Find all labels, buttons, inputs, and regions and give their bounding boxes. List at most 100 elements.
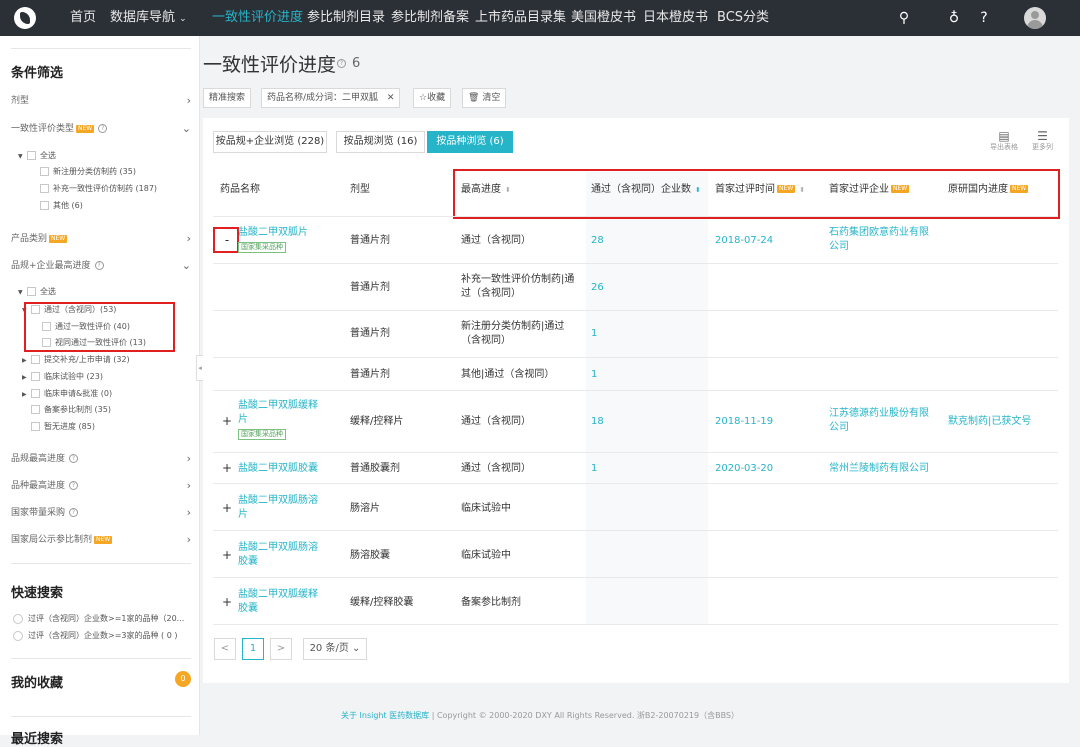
drug-name-link[interactable]: 盐酸二甲双胍缓释胶囊 bbox=[238, 588, 322, 616]
more-columns-button[interactable]: ☰ 更多列 bbox=[1032, 130, 1053, 152]
radio[interactable] bbox=[13, 613, 23, 624]
help-icon[interactable]: ? bbox=[98, 124, 108, 133]
checkbox[interactable] bbox=[40, 184, 49, 193]
chevron-right-icon: › bbox=[186, 452, 191, 465]
filter-highest-progress[interactable]: 品规+企业最高进度? ⌄ bbox=[11, 258, 191, 274]
drug-name-link[interactable]: 盐酸二甲双胍胶囊 bbox=[238, 462, 318, 476]
cell-pass-count[interactable]: 1 bbox=[591, 327, 597, 341]
footer-about-link[interactable]: 关于 Insight 医药数据库 bbox=[341, 711, 429, 720]
favorites-title[interactable]: 我的收藏 bbox=[11, 672, 63, 691]
checkbox[interactable] bbox=[40, 167, 49, 176]
cell-company[interactable]: 石药集团欧意药业有限公司 bbox=[829, 226, 933, 254]
cell-first-pass-date[interactable]: 2018-11-19 bbox=[715, 415, 773, 429]
tab-variety[interactable]: 按品种浏览 (6) bbox=[427, 131, 513, 153]
logo-icon[interactable] bbox=[14, 7, 36, 29]
cell-first-pass-date[interactable]: 2018-07-24 bbox=[715, 234, 773, 248]
cell-pass-count[interactable]: 1 bbox=[591, 462, 597, 476]
drug-name-link[interactable]: 盐酸二甲双胍缓释片 国家集采品种 bbox=[238, 399, 324, 441]
collect-button[interactable]: ☆收藏 bbox=[413, 88, 452, 108]
avatar[interactable] bbox=[1024, 7, 1046, 29]
page-1-button[interactable]: 1 bbox=[242, 638, 264, 660]
cell-pass-count[interactable]: 26 bbox=[591, 281, 604, 295]
tab-spec-company[interactable]: 按品规+企业浏览 (228) bbox=[213, 131, 327, 153]
tree-item[interactable]: 新注册分类仿制药 (35) bbox=[40, 166, 136, 178]
expand-row-button[interactable]: + bbox=[216, 593, 238, 611]
cell-company[interactable]: 常州兰陵制药有限公司 bbox=[829, 462, 929, 476]
cell-pass-count[interactable]: 18 bbox=[591, 415, 604, 429]
page-size-select[interactable]: 20 条/页 ⌄ bbox=[303, 638, 367, 660]
keyword-chip[interactable]: 药品名称/成分词：二甲双胍 ✕ bbox=[261, 88, 401, 108]
search-icon[interactable]: ⚲ bbox=[896, 10, 912, 26]
nav-database[interactable]: 数据库导航 ⌄ bbox=[110, 0, 187, 36]
next-page-button[interactable]: > bbox=[270, 638, 292, 660]
nav-jp-orange-book[interactable]: 日本橙皮书 bbox=[643, 0, 708, 36]
divider bbox=[213, 216, 1058, 217]
filter-ref-announce[interactable]: 国家局公示参比制剂 NEW › bbox=[11, 532, 191, 548]
radio[interactable] bbox=[13, 630, 23, 641]
tree-item[interactable]: ▶ 临床试验中 (23) bbox=[22, 371, 103, 384]
tree-item[interactable]: 其他 (6) bbox=[40, 200, 83, 212]
cell-progress: 补充一致性评价仿制药|通过（含视同） bbox=[461, 274, 575, 299]
help-icon[interactable]: ? bbox=[69, 454, 79, 463]
checkbox[interactable] bbox=[31, 389, 40, 398]
help-icon[interactable]: ? bbox=[337, 59, 346, 68]
tree-item[interactable]: ▼ 全选 bbox=[18, 150, 56, 163]
nav-bcs[interactable]: BCS分类 bbox=[717, 0, 769, 36]
caret-down-icon: ▼ bbox=[18, 289, 23, 296]
quick-search-option[interactable]: 过评（含视同）企业数>=1家的品种（20... bbox=[13, 613, 184, 625]
quick-search-option[interactable]: 过评（含视同）企业数>=3家的品种 ( 0 ) bbox=[13, 630, 177, 642]
filter-spec-progress[interactable]: 品规最高进度? › bbox=[11, 451, 191, 467]
expand-row-button[interactable]: + bbox=[216, 459, 238, 477]
nav-us-orange-book[interactable]: 美国橙皮书 bbox=[571, 0, 636, 36]
tree-item[interactable]: 补充一致性评价仿制药 (187) bbox=[40, 183, 157, 195]
recent-search-title[interactable]: 最近搜索 bbox=[11, 728, 63, 747]
help-icon[interactable]: ? bbox=[69, 508, 79, 517]
export-table-button[interactable]: ▤ 导出表格 bbox=[990, 130, 1018, 152]
expand-row-button[interactable]: + bbox=[216, 412, 238, 430]
help-icon[interactable]: ? bbox=[976, 10, 992, 26]
filter-volume-procurement[interactable]: 国家带量采购? › bbox=[11, 505, 191, 521]
cell-first-pass-date[interactable]: 2020-03-20 bbox=[715, 462, 773, 476]
nav-consistency-eval[interactable]: 一致性评价进度 bbox=[212, 0, 303, 36]
checkbox[interactable] bbox=[31, 355, 40, 364]
drug-name-link[interactable]: 盐酸二甲双胍肠溶胶囊 bbox=[238, 541, 322, 569]
cell-company[interactable]: 江苏德源药业股份有限公司 bbox=[829, 407, 933, 435]
filter-variety-progress[interactable]: 品种最高进度? › bbox=[11, 478, 191, 494]
nav-ref-catalog[interactable]: 参比制剂目录 bbox=[307, 0, 385, 36]
precise-search-chip[interactable]: 精准搜索 bbox=[203, 88, 252, 108]
drug-name-link[interactable]: 盐酸二甲双胍肠溶片 bbox=[238, 494, 322, 522]
tree-item[interactable]: ▼ 全选 bbox=[18, 286, 56, 299]
checkbox[interactable] bbox=[31, 372, 40, 381]
checkbox[interactable] bbox=[31, 405, 40, 414]
tree-item[interactable]: 暂无进度 (85) bbox=[31, 421, 95, 433]
filter-dosage[interactable]: 剂型 › bbox=[11, 93, 191, 109]
prev-page-button[interactable]: < bbox=[214, 638, 236, 660]
checkbox[interactable] bbox=[40, 201, 49, 210]
drug-name-link[interactable]: 盐酸二甲双胍片 国家集采品种 bbox=[238, 226, 328, 254]
checkbox[interactable] bbox=[27, 151, 36, 160]
checkbox[interactable] bbox=[27, 287, 36, 296]
bulb-icon[interactable]: ♁ bbox=[946, 10, 962, 26]
cell-original-progress[interactable]: 默克制药|已获文号 bbox=[948, 415, 1031, 429]
cell-pass-count[interactable]: 1 bbox=[591, 368, 597, 382]
nav-ref-filing[interactable]: 参比制剂备案 bbox=[391, 0, 469, 36]
tree-item[interactable]: 备案参比制剂 (35) bbox=[31, 404, 111, 416]
nav-listed-drugs[interactable]: 上市药品目录集 bbox=[475, 0, 566, 36]
tab-spec[interactable]: 按品规浏览 (16) bbox=[336, 131, 425, 153]
nav-home[interactable]: 首页 bbox=[70, 0, 96, 36]
filter-eval-type[interactable]: 一致性评价类型 NEW? ⌄ bbox=[11, 121, 191, 137]
tree-item[interactable]: ▶ 提交补充/上市申请 (32) bbox=[22, 354, 130, 367]
tree-item[interactable]: ▶ 临床申请&批准 (0) bbox=[22, 388, 112, 401]
chevron-right-icon: › bbox=[186, 506, 191, 519]
divider bbox=[213, 357, 1058, 358]
help-icon[interactable]: ? bbox=[69, 481, 79, 490]
close-icon[interactable]: ✕ bbox=[387, 93, 395, 103]
new-badge: NEW bbox=[49, 234, 68, 243]
filter-product-category[interactable]: 产品类别 NEW › bbox=[11, 231, 191, 247]
expand-row-button[interactable]: + bbox=[216, 499, 238, 517]
help-icon[interactable]: ? bbox=[94, 261, 104, 270]
clear-button[interactable]: 🗑 清空 bbox=[462, 88, 507, 108]
expand-row-button[interactable]: + bbox=[216, 546, 238, 564]
checkbox[interactable] bbox=[31, 422, 40, 431]
cell-pass-count[interactable]: 28 bbox=[591, 234, 604, 248]
